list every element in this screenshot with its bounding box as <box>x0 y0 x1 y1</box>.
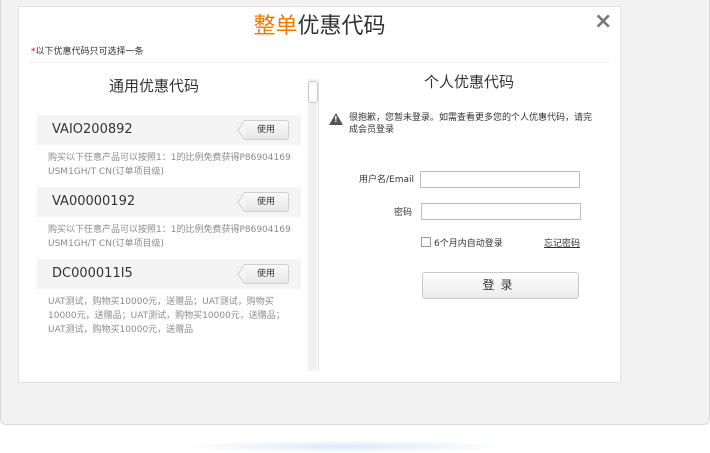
login-button[interactable]: 登录 <box>422 272 579 299</box>
column-divider <box>318 79 319 371</box>
bottom-glow <box>180 440 510 453</box>
coupon-code: VAIO200892 <box>52 122 133 137</box>
remember-me-checkbox[interactable] <box>421 237 431 247</box>
coupon-header: VAIO200892 使用 <box>37 115 301 145</box>
selection-note: *以下优惠代码只可选择一条 <box>31 44 144 57</box>
use-coupon-button[interactable]: 使用 <box>237 192 289 212</box>
general-coupon-list: VAIO200892 使用 购买以下任意产品可以按照1：1的比例免费获得P869… <box>37 115 301 365</box>
personal-coupons-title: 个人优惠代码 <box>423 73 514 91</box>
use-coupon-button[interactable]: 使用 <box>237 264 289 284</box>
general-coupons-title: 通用优惠代码 <box>108 77 199 95</box>
close-icon[interactable]: × <box>594 11 612 33</box>
remember-me-label[interactable]: 6个月内自动登录 <box>434 236 503 249</box>
coupon-description: UAT测试，购物买10000元，送赠品；UAT测试，购物买10000元，送赠品；… <box>48 297 285 335</box>
header-divider <box>29 62 610 63</box>
password-input[interactable] <box>421 203 581 220</box>
warning-text: 很抱歉，您暂未登录。如需查看更多您的个人优惠代码，请完成会员登录 <box>349 113 593 135</box>
scrollbar-thumb[interactable] <box>308 81 318 103</box>
use-coupon-button[interactable]: 使用 <box>237 120 289 140</box>
coupon-code: DC000011I5 <box>52 266 133 281</box>
dialog-title: 整单优惠代码 <box>19 13 620 41</box>
title-rest: 优惠代码 <box>297 14 386 39</box>
coupon-description: 购买以下任意产品可以按照1：1的比例免费获得P86904169 USM1GH/T… <box>48 225 291 249</box>
coupon-header: DC000011I5 使用 <box>37 259 301 289</box>
password-label: 密码 <box>393 208 412 218</box>
coupon-code: VA00000192 <box>52 194 136 209</box>
coupon-list-scrollbar[interactable] <box>308 79 318 371</box>
coupon-description: 购买以下任意产品可以按照1：1的比例免费获得P86904169 USM1GH/T… <box>48 153 291 177</box>
coupon-item: DC000011I5 使用 UAT测试，购物买10000元，送赠品；UAT测试，… <box>37 259 301 359</box>
warning-icon: ! <box>329 113 343 125</box>
note-text: 以下优惠代码只可选择一条 <box>35 47 144 57</box>
coupon-item: VAIO200892 使用 购买以下任意产品可以按照1：1的比例免费获得P869… <box>37 115 301 187</box>
coupon-item: VA00000192 使用 购买以下任意产品可以按照1：1的比例免费获得P869… <box>37 187 301 259</box>
coupon-header: VA00000192 使用 <box>37 187 301 217</box>
title-accent: 整单 <box>253 14 298 39</box>
username-label: 用户名/Email <box>358 175 414 185</box>
coupon-dialog: 整单优惠代码 × *以下优惠代码只可选择一条 通用优惠代码 个人优惠代码 VAI… <box>18 6 621 383</box>
username-input[interactable] <box>420 171 580 188</box>
forgot-password-link[interactable]: 忘记密码 <box>544 236 580 249</box>
